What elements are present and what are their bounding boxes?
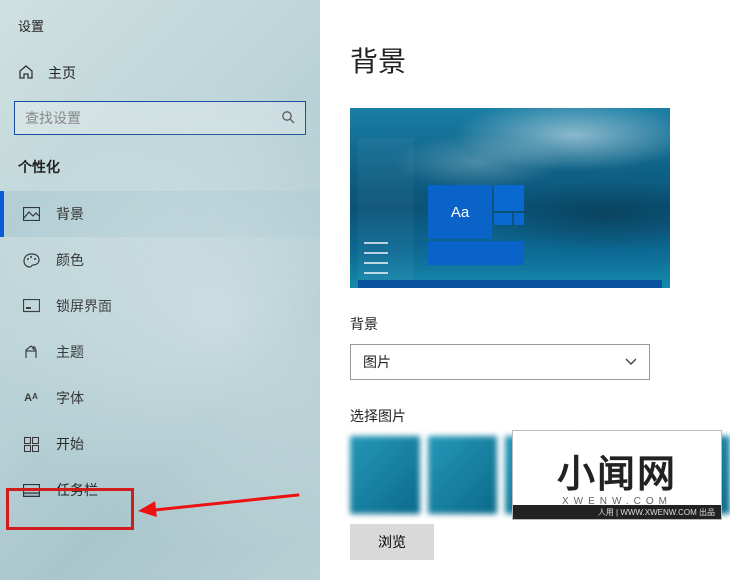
nav-label: 开始: [56, 434, 84, 454]
app-title: 设置: [0, 10, 320, 53]
browse-button[interactable]: 浏览: [350, 524, 434, 560]
page-title: 背景: [350, 40, 730, 80]
nav-item-themes[interactable]: 主题: [0, 329, 320, 375]
nav-label: 颜色: [56, 250, 84, 270]
home-label: 主页: [48, 63, 76, 83]
choose-picture-label: 选择图片: [350, 406, 730, 426]
chevron-down-icon: [625, 355, 637, 369]
nav-item-fonts[interactable]: AA 字体: [0, 375, 320, 421]
search-input[interactable]: [25, 110, 268, 126]
nav-list: 背景 颜色 锁屏界面 主题 AA: [0, 191, 320, 513]
home-icon: [18, 64, 34, 83]
thumbnail[interactable]: [350, 436, 420, 514]
watermark-overlay: 小闻网 XWENW.COM 人用 | WWW.XWENW.COM 出品: [512, 430, 722, 520]
nav-item-lockscreen[interactable]: 锁屏界面: [0, 283, 320, 329]
nav-item-start[interactable]: 开始: [0, 421, 320, 467]
nav-label: 背景: [56, 204, 84, 224]
search-input-container[interactable]: [14, 101, 306, 135]
nav-item-taskbar[interactable]: 任务栏: [0, 467, 320, 513]
font-icon: AA: [22, 392, 40, 404]
nav-item-background[interactable]: 背景: [0, 191, 320, 237]
palette-icon: [22, 253, 40, 268]
theme-icon: [22, 344, 40, 360]
picture-icon: [22, 207, 40, 221]
desktop-preview: Aa: [350, 108, 670, 288]
background-field-label: 背景: [350, 314, 730, 334]
dropdown-value: 图片: [363, 352, 391, 372]
watermark-text: 小闻网: [557, 443, 677, 498]
home-link[interactable]: 主页: [0, 53, 320, 93]
nav-label: 任务栏: [56, 480, 98, 500]
section-title: 个性化: [0, 153, 320, 191]
preview-sample-text: Aa: [428, 185, 492, 239]
main-content: 背景 Aa 背景 图片 选择图片: [320, 0, 730, 580]
taskbar-icon: [22, 484, 40, 497]
thumbnail[interactable]: [428, 436, 498, 514]
sidebar: 设置 主页 个性化 背景: [0, 0, 320, 580]
nav-label: 字体: [56, 388, 84, 408]
nav-label: 锁屏界面: [56, 296, 112, 316]
search-icon: [281, 110, 295, 127]
nav-item-colors[interactable]: 颜色: [0, 237, 320, 283]
nav-label: 主题: [56, 342, 84, 362]
background-dropdown[interactable]: 图片: [350, 344, 650, 380]
watermark-footer: 人用 | WWW.XWENW.COM 出品: [513, 505, 721, 519]
start-icon: [22, 437, 40, 452]
lockscreen-icon: [22, 299, 40, 313]
